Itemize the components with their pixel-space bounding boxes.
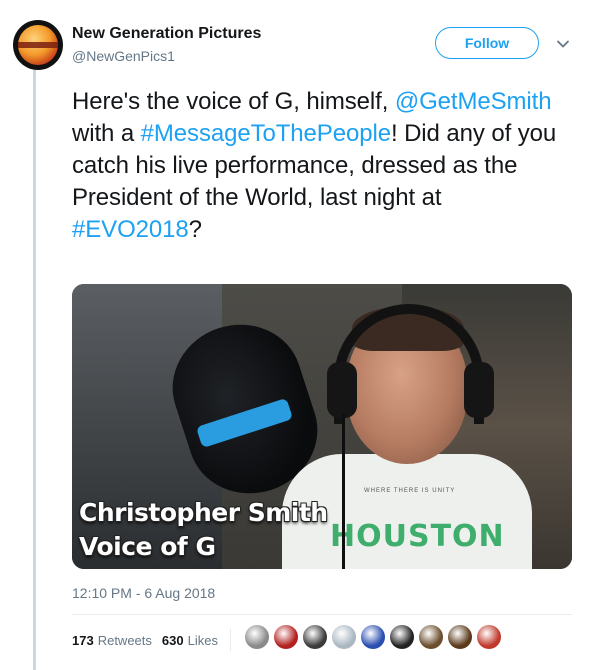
liker-avatar-9[interactable] — [477, 625, 501, 649]
shirt-small-text: WHERE THERE IS UNITY — [364, 488, 456, 494]
liker-avatar-3[interactable] — [303, 625, 327, 649]
headphone-cup-right — [464, 362, 494, 418]
liker-avatar-1[interactable] — [245, 625, 269, 649]
liker-avatar-6[interactable] — [390, 625, 414, 649]
likes-stat[interactable]: 630 Likes — [162, 633, 218, 648]
tweet-stats: 173 Retweets 630 Likes — [72, 629, 239, 651]
hashtag-link[interactable]: #EVO2018 — [72, 216, 189, 243]
tweet-text: Here's the voice of G, himself, @GetMeSm… — [72, 86, 572, 246]
chevron-down-icon[interactable] — [555, 36, 571, 52]
retweets-stat[interactable]: 173 Retweets — [72, 633, 152, 648]
stats-divider — [229, 629, 231, 651]
likes-count: 630 — [161, 632, 184, 648]
mention-link[interactable]: @GetMeSmith — [395, 88, 552, 115]
retweets-label: Retweets — [97, 632, 152, 648]
tweet-video[interactable]: WHERE THERE IS UNITY HOUSTON Christopher… — [72, 284, 572, 569]
liker-avatar-4[interactable] — [332, 625, 356, 649]
thread-line — [33, 62, 36, 670]
author-name[interactable]: New Generation Pictures — [72, 25, 261, 43]
tweet-text-part: Here's the voice of G, himself, — [72, 88, 395, 115]
follow-button[interactable]: Follow — [435, 27, 539, 59]
hashtag-link[interactable]: #MessageToThePeople — [141, 120, 391, 147]
liker-avatar-2[interactable] — [274, 625, 298, 649]
author-avatar[interactable] — [13, 20, 63, 70]
tweet-text-part: with a — [72, 120, 141, 147]
burger-logo-band — [18, 42, 58, 48]
shirt-logo: HOUSTON — [330, 519, 505, 554]
liker-avatar-5[interactable] — [361, 625, 385, 649]
liker-avatar-7[interactable] — [419, 625, 443, 649]
tweet-text-part: ? — [188, 216, 202, 243]
retweets-count: 173 — [72, 632, 94, 648]
divider — [72, 614, 572, 615]
author-handle[interactable]: @NewGenPics1 — [72, 48, 175, 64]
liker-avatars — [245, 625, 506, 649]
video-caption-role: Voice of G — [79, 532, 216, 561]
tweet-timestamp[interactable]: 12:10 PM - 6 Aug 2018 — [72, 585, 215, 601]
likes-label: Likes — [187, 632, 218, 648]
liker-avatar-8[interactable] — [448, 625, 472, 649]
microphone-cable — [342, 414, 345, 569]
video-caption-name: Christopher Smith — [79, 498, 328, 527]
headphone-cup-left — [327, 362, 357, 418]
